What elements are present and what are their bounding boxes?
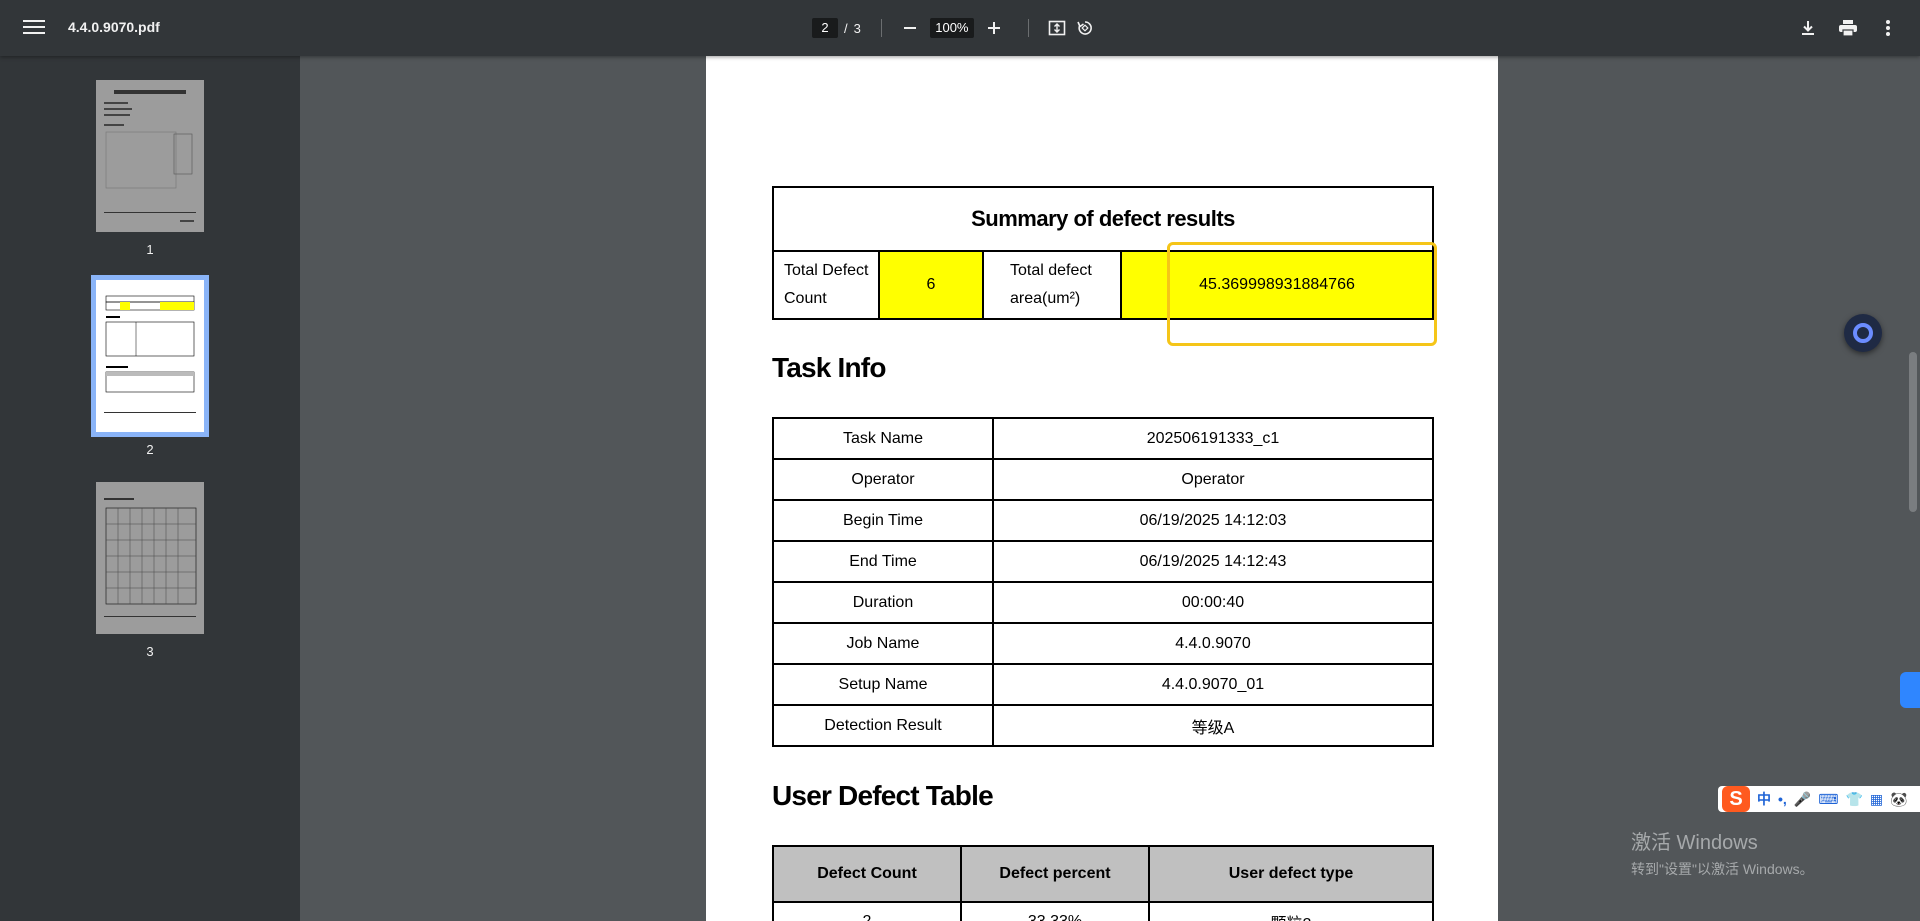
ime-voice-icon[interactable]: 🎤 — [1794, 791, 1811, 808]
header-defect-count: Defect Count — [772, 845, 962, 903]
thumbnail-label-3: 3 — [146, 644, 154, 659]
ime-skin-icon[interactable]: 👕 — [1845, 791, 1862, 808]
pdf-toolbar: 4.4.0.9070.pdf 2 / 3 100% — [0, 0, 1920, 56]
toolbar-actions — [1782, 14, 1920, 42]
ime-keyboard-icon[interactable]: ⌨ — [1818, 791, 1838, 808]
label-line-1: Total defect — [1010, 262, 1092, 279]
watermark-line-1: 激活 Windows — [1631, 832, 1758, 854]
rotate-icon[interactable] — [1071, 14, 1099, 42]
task-info-heading: Task Info — [772, 352, 886, 383]
label-line-1: Total Defect — [784, 262, 869, 279]
ime-chinese-mode[interactable]: 中 — [1757, 789, 1771, 809]
task-info-table: Task Name 202506191333_c1 Operator Operato… — [772, 417, 1434, 747]
header-defect-percent: Defect percent — [960, 845, 1150, 903]
row-value: 00:00:40 — [992, 581, 1434, 624]
toolbar-divider — [880, 19, 882, 37]
user-defect-table-heading: User Defect Table — [772, 780, 994, 811]
windows-activation-watermark: 激活 Windows 转到"设置"以激活 Windows。 — [1631, 826, 1814, 879]
row-label: Task Name — [772, 417, 994, 460]
cell-defect-percent: 33.33% — [960, 901, 1150, 921]
table-row: Task Name 202506191333_c1 — [772, 417, 1434, 460]
thumbnail-page-2[interactable] — [91, 275, 209, 437]
table-row: Detection Result 等级A — [772, 704, 1434, 747]
thumbnail-page-1[interactable] — [96, 80, 204, 232]
row-label: Detection Result — [772, 704, 994, 747]
table-row: Setup Name 4.4.0.9070_01 — [772, 663, 1434, 706]
label-line-2: Count — [784, 290, 827, 307]
watermark-line-2: 转到"设置"以激活 Windows。 — [1631, 861, 1814, 877]
fit-page-icon[interactable] — [1043, 14, 1071, 42]
row-value: 06/19/2025 14:12:03 — [992, 499, 1434, 542]
row-label: Operator — [772, 458, 994, 501]
row-value: 4.4.0.9070 — [992, 622, 1434, 665]
row-value: 06/19/2025 14:12:43 — [992, 540, 1434, 583]
page-controls: 2 / 3 100% — [812, 14, 1099, 42]
thumbnail-label-2: 2 — [146, 442, 154, 457]
total-defect-area-label: Total defect area(um²) — [982, 250, 1122, 320]
toolbar-divider-2 — [1027, 19, 1029, 37]
zoom-out-icon[interactable] — [896, 14, 924, 42]
menu-icon[interactable] — [20, 16, 48, 40]
ime-punctuation-icon[interactable]: •, — [1778, 791, 1787, 807]
document-title: 4.4.0.9070.pdf — [68, 19, 160, 35]
row-value: 4.4.0.9070_01 — [992, 663, 1434, 706]
user-defect-table: Defect Count Defect percent User defect … — [772, 845, 1434, 921]
pdf-page-2: Summary of defect results Total Defect C… — [706, 56, 1498, 921]
row-label: End Time — [772, 540, 994, 583]
ime-mascot-icon[interactable]: 🐼 — [1890, 791, 1907, 808]
page-number-input[interactable]: 2 — [812, 18, 838, 38]
table-row: Duration 00:00:40 — [772, 581, 1434, 624]
total-defect-count-label: Total Defect Count — [772, 250, 880, 320]
ime-toolbox-icon[interactable]: ▦ — [1870, 791, 1883, 808]
more-options-icon[interactable] — [1874, 14, 1902, 42]
total-defect-count-value: 6 — [878, 250, 984, 320]
print-icon[interactable] — [1834, 14, 1862, 42]
cell-user-defect-type: 颗粒2 — [1148, 901, 1434, 921]
label-line-2: area(um²) — [1010, 290, 1081, 307]
download-icon[interactable] — [1794, 14, 1822, 42]
table-row: Operator Operator — [772, 458, 1434, 501]
zoom-level-input[interactable]: 100% — [929, 18, 974, 38]
assistant-float-button[interactable] — [1844, 314, 1882, 352]
row-value: Operator — [992, 458, 1434, 501]
zoom-in-icon[interactable] — [980, 14, 1008, 42]
table-row: Begin Time 06/19/2025 14:12:03 — [772, 499, 1434, 542]
row-label: Duration — [772, 581, 994, 624]
row-label: Begin Time — [772, 499, 994, 542]
row-label: Job Name — [772, 622, 994, 665]
ring-icon — [1853, 323, 1873, 343]
header-user-defect-type: User defect type — [1148, 845, 1434, 903]
row-value: 202506191333_c1 — [992, 417, 1434, 460]
cell-defect-count: 2 — [772, 901, 962, 921]
ime-toolbar: S 中 •, 🎤 ⌨ 👕 ▦ 🐼 — [1718, 786, 1920, 812]
row-value: 等级A — [992, 704, 1434, 747]
scrollbar-thumb[interactable] — [1909, 352, 1917, 512]
sogou-logo-icon[interactable]: S — [1722, 786, 1750, 812]
highlight-box — [1167, 242, 1437, 346]
thumbnail-page-3[interactable] — [96, 482, 204, 634]
row-label: Setup Name — [772, 663, 994, 706]
thumbnail-sidebar: 1 2 3 — [0, 56, 300, 921]
side-link-tab[interactable] — [1900, 672, 1920, 708]
thumbnail-label-1: 1 — [146, 242, 154, 257]
page-separator: / — [844, 20, 848, 36]
table-row: Job Name 4.4.0.9070 — [772, 622, 1434, 665]
table-row: 2 33.33% 颗粒2 — [772, 901, 1434, 921]
total-pages: 3 — [853, 20, 861, 36]
table-row: End Time 06/19/2025 14:12:43 — [772, 540, 1434, 583]
